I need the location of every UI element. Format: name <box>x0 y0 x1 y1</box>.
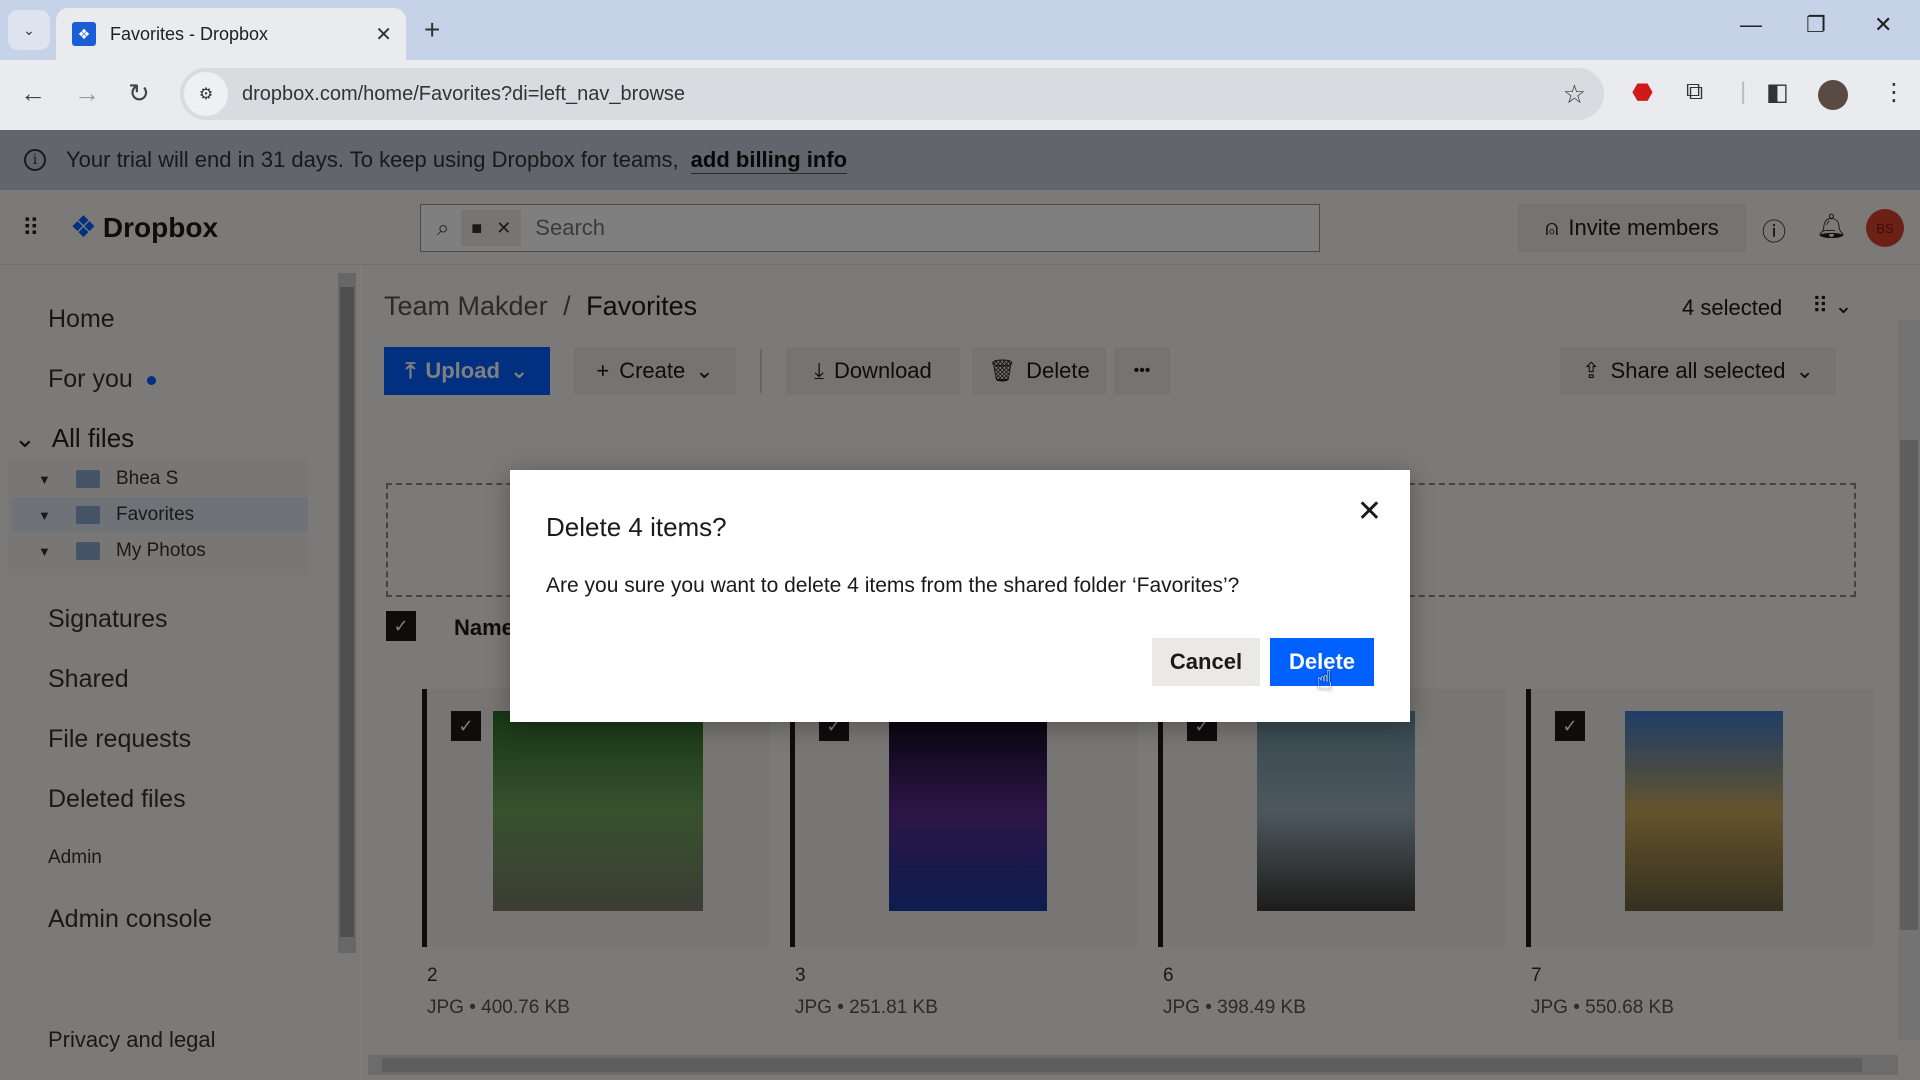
tab-search-button[interactable]: ⌄ <box>8 10 50 50</box>
site-info-icon[interactable]: ⚙ <box>184 72 228 116</box>
restore-icon[interactable]: ❐ <box>1806 12 1826 38</box>
adblock-extension-icon[interactable]: ⬣ <box>1632 78 1653 107</box>
dialog-title: Delete 4 items? <box>546 512 727 542</box>
new-tab-button[interactable]: + <box>424 14 440 46</box>
reload-icon[interactable]: ↻ <box>128 78 150 109</box>
dialog-message: Are you sure you want to delete 4 items … <box>546 574 1240 597</box>
dialog-close-icon[interactable]: ✕ <box>1357 494 1382 529</box>
tab-close-icon[interactable]: ✕ <box>375 22 392 47</box>
browser-toolbar: ← → ↻ ⚙ dropbox.com/home/Favorites?di=le… <box>0 60 1920 130</box>
hand-cursor-icon: ☝ <box>1316 665 1334 696</box>
chevron-down-icon: ⌄ <box>23 21 35 38</box>
extensions-puzzle-icon[interactable]: ⧉ <box>1686 78 1703 106</box>
minimize-icon[interactable]: — <box>1740 12 1762 38</box>
tab-title: Favorites - Dropbox <box>110 23 269 44</box>
dropbox-favicon-icon: ❖ <box>72 22 96 46</box>
forward-arrow-icon[interactable]: → <box>74 78 100 109</box>
cancel-button[interactable]: Cancel <box>1152 638 1260 686</box>
side-panel-icon[interactable]: ◧ <box>1766 78 1789 107</box>
url-text[interactable]: dropbox.com/home/Favorites?di=left_nav_b… <box>242 83 1563 106</box>
browser-menu-icon[interactable]: ⋮ <box>1882 78 1906 107</box>
browser-tab-bar: ⌄ ❖ Favorites - Dropbox ✕ + — ❐ ✕ <box>0 0 1920 60</box>
window-close-icon[interactable]: ✕ <box>1874 12 1892 38</box>
delete-confirm-dialog: Delete 4 items? ✕ Are you sure you want … <box>510 470 1410 722</box>
bookmark-star-icon[interactable]: ☆ <box>1563 79 1586 110</box>
profile-avatar-icon[interactable] <box>1818 80 1848 110</box>
address-bar[interactable]: ⚙ dropbox.com/home/Favorites?di=left_nav… <box>180 68 1604 120</box>
browser-tab[interactable]: ❖ Favorites - Dropbox ✕ <box>56 8 406 60</box>
toolbar-divider: | <box>1740 78 1747 105</box>
back-arrow-icon[interactable]: ← <box>20 78 46 109</box>
